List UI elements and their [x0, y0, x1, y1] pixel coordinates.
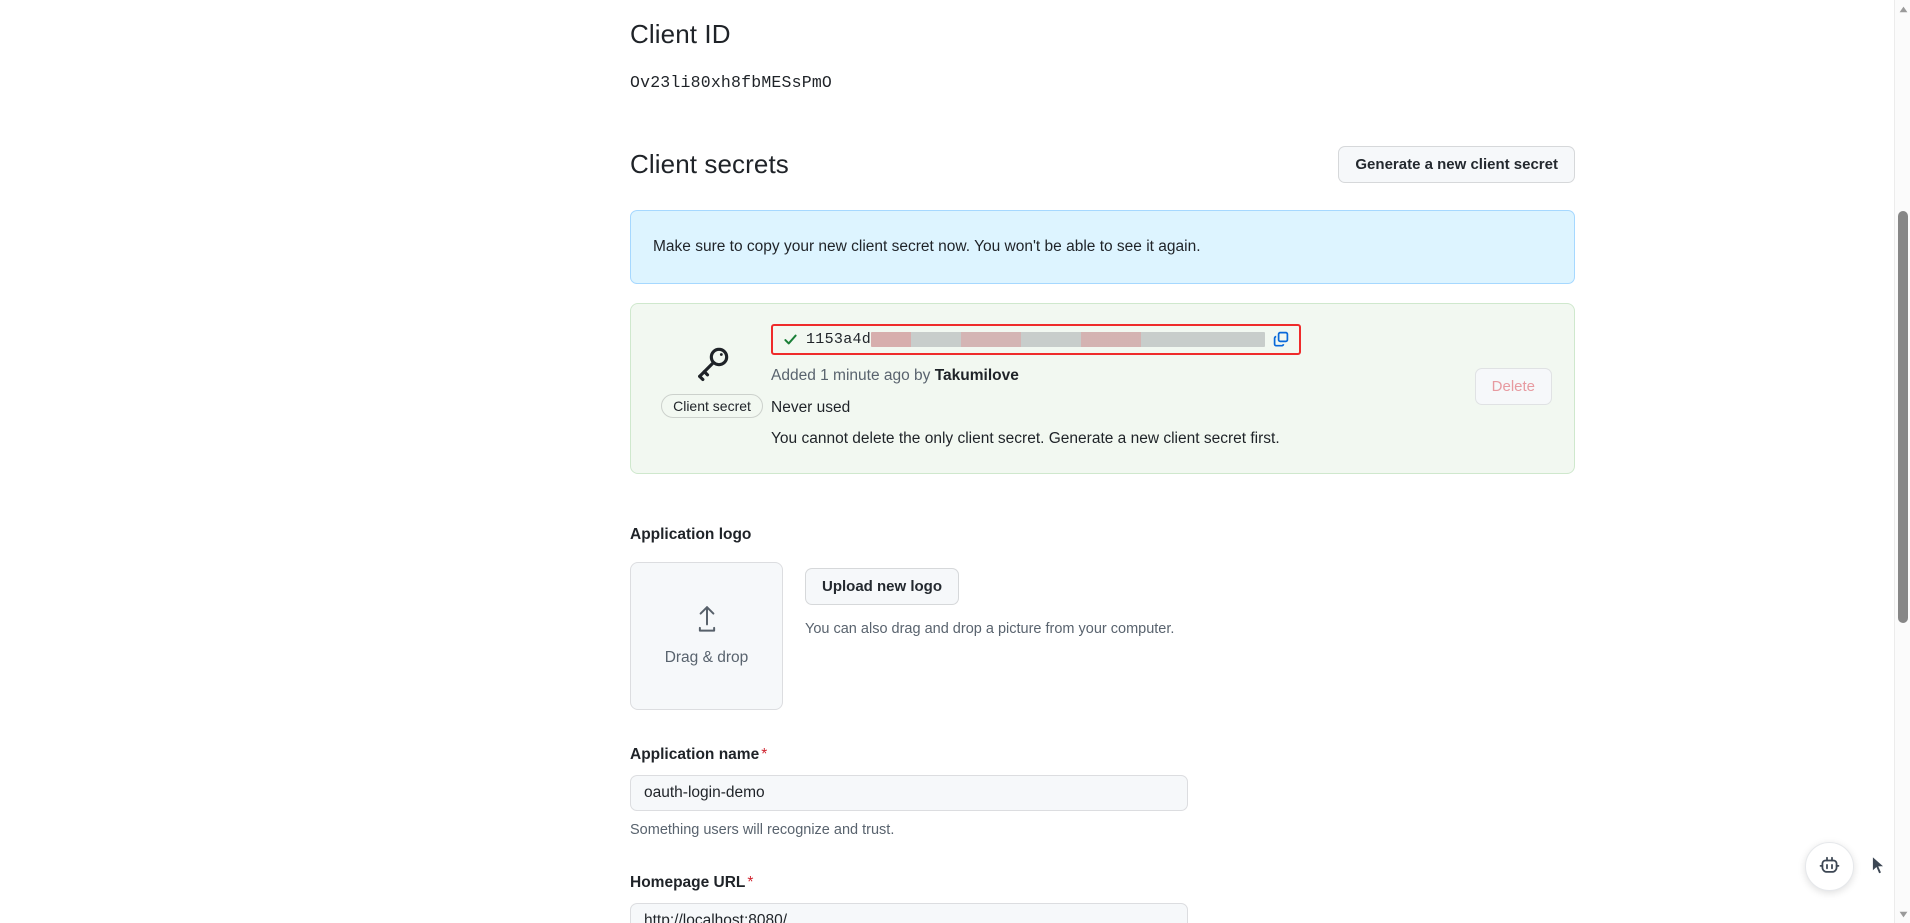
homepage-url-input[interactable] [630, 902, 1188, 923]
generate-new-client-secret-button[interactable]: Generate a new client secret [1338, 145, 1575, 184]
copy-icon[interactable] [1271, 331, 1291, 347]
homepage-url-label-text: Homepage URL [630, 873, 746, 891]
upload-new-logo-button[interactable]: Upload new logo [805, 567, 959, 606]
client-secret-details: 1153a4d Added 1 minute ago by Takumilove… [771, 322, 1455, 451]
application-name-label: Application name * [630, 746, 1575, 764]
client-secret-added-line: Added 1 minute ago by Takumilove [771, 365, 1455, 387]
upload-arrow-icon [692, 604, 722, 639]
required-asterisk: * [747, 873, 754, 891]
application-logo-section: Application logo Drag & drop Upload new … [630, 526, 1575, 710]
homepage-url-label: Homepage URL * [630, 874, 1575, 892]
added-by-user: Takumilove [934, 366, 1019, 384]
application-name-help: Something users will recognize and trust… [630, 821, 895, 838]
logo-upload-side: Upload new logo You can also drag and dr… [805, 562, 1175, 638]
copy-secret-flash-message: Make sure to copy your new client secret… [630, 210, 1575, 284]
client-secret-delete-note: You cannot delete the only client secret… [771, 430, 1280, 448]
scroll-down-arrow-icon[interactable] [1895, 905, 1910, 923]
client-secret-key-column: Client secret [653, 322, 771, 418]
client-secret-usage-status: Never used [771, 399, 851, 417]
check-icon [783, 332, 798, 347]
required-asterisk: * [761, 745, 768, 763]
client-secret-value-prefix: 1153a4d [806, 330, 872, 348]
homepage-url-field-block: Homepage URL* The full URL to your appli… [630, 874, 1575, 923]
client-secret-delete-column: Delete [1455, 367, 1552, 405]
application-logo-label: Application logo [630, 525, 752, 543]
dropzone-label: Drag & drop [664, 649, 749, 667]
assistant-robot-icon[interactable] [1805, 842, 1854, 891]
client-secret-redacted-value [871, 331, 1265, 347]
client-secret-badge: Client secret [661, 393, 763, 418]
client-secret-value-highlight: 1153a4d [771, 323, 1301, 355]
delete-client-secret-button[interactable]: Delete [1474, 367, 1552, 405]
client-secrets-heading: Client secrets [630, 148, 789, 179]
logo-upload-hint: You can also drag and drop a picture fro… [805, 621, 1175, 638]
scrollbar-track[interactable] [1895, 18, 1910, 905]
added-prefix-text: Added 1 minute ago by [771, 366, 935, 384]
application-name-input[interactable] [630, 774, 1188, 811]
key-icon [692, 344, 732, 387]
application-name-label-text: Application name [630, 745, 760, 763]
client-id-heading: Client ID [630, 19, 731, 49]
application-name-field-block: Application name* Something users will r… [630, 746, 1575, 838]
settings-content: Client ID Ov23li80xh8fbMESsPmO Client se… [630, 0, 1575, 923]
scrollbar-thumb[interactable] [1898, 211, 1908, 623]
client-id-value: Ov23li80xh8fbMESsPmO [630, 72, 833, 92]
scroll-up-arrow-icon[interactable] [1895, 0, 1910, 18]
logo-dropzone[interactable]: Drag & drop [630, 561, 783, 710]
application-logo-row: Drag & drop Upload new logo You can also… [630, 561, 1575, 710]
client-secrets-header: Client secrets Generate a new client sec… [630, 145, 1575, 184]
vertical-scrollbar[interactable] [1894, 0, 1910, 923]
page-viewport: Client ID Ov23li80xh8fbMESsPmO Client se… [0, 0, 1894, 923]
client-secret-card: Client secret 1153a4d Added 1 minute ago… [630, 302, 1575, 474]
